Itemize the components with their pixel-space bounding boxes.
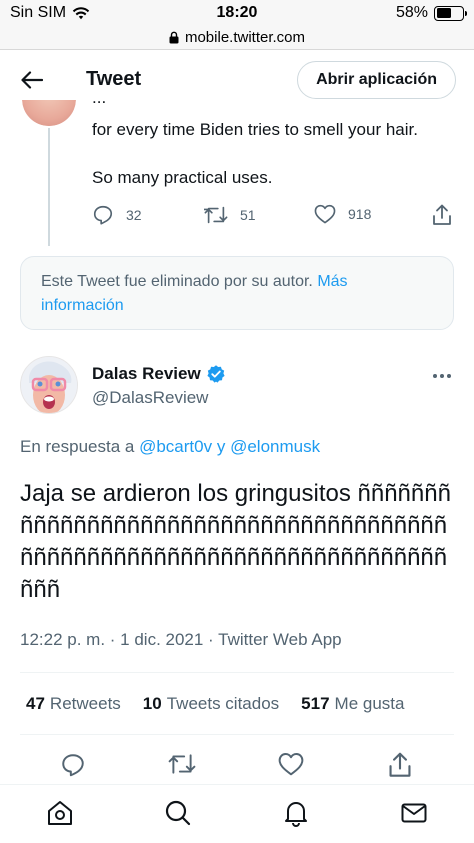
back-arrow-icon — [21, 71, 43, 89]
like-icon — [278, 753, 304, 776]
likes-label: Me gusta — [334, 694, 405, 713]
avatar[interactable] — [20, 356, 78, 414]
likes-stat[interactable]: 517 Me gusta — [301, 694, 404, 714]
quotes-count: 10 — [142, 694, 162, 713]
reply-button[interactable] — [60, 752, 86, 783]
mention-link-bcart0v[interactable]: @bcart0v — [139, 437, 212, 456]
quotes-label: Tweets citados — [166, 694, 280, 713]
retweet-icon — [168, 754, 196, 774]
back-button[interactable] — [18, 66, 46, 94]
quotes-stat[interactable]: 10 Tweets citados — [143, 694, 279, 714]
search-icon — [165, 800, 191, 826]
nav-home[interactable] — [44, 797, 76, 829]
lock-icon — [169, 31, 179, 44]
previous-tweet-text-line: for every time Biden tries to smell your… — [92, 120, 418, 139]
nav-search[interactable] — [162, 797, 194, 829]
battery-level — [436, 8, 451, 18]
deleted-tweet-text: Este Tweet fue eliminado por su autor. — [41, 273, 313, 290]
author-name[interactable]: Dalas Review — [92, 364, 226, 384]
share-icon — [433, 204, 451, 225]
more-options-button[interactable] — [430, 368, 454, 384]
tweet-stats: 47 Retweets 10 Tweets citados 517 Me gus… — [26, 694, 426, 714]
battery-icon — [434, 5, 467, 21]
retweet-icon — [204, 206, 228, 224]
browser-url-bar[interactable]: mobile.twitter.com — [0, 26, 474, 50]
tweet-timestamp[interactable]: 12:22 p. m. · 1 dic. 2021 · Twitter Web … — [20, 630, 342, 650]
retweets-count: 47 — [26, 694, 45, 713]
divider — [20, 672, 454, 673]
retweet-action[interactable]: 51 — [204, 204, 256, 226]
likes-count: 517 — [301, 694, 330, 713]
bottom-navigation — [0, 784, 474, 843]
retweet-count: 51 — [240, 207, 256, 223]
status-bar: Sin SIM 18:20 58% — [0, 0, 474, 26]
reply-icon — [93, 205, 113, 225]
like-action[interactable]: 918 — [314, 204, 371, 224]
open-app-button[interactable]: Abrir aplicación — [297, 61, 456, 99]
previous-tweet-text-line2: So many practical uses. — [92, 168, 273, 187]
share-button[interactable] — [388, 752, 412, 783]
retweets-stat[interactable]: 47 Retweets — [26, 694, 121, 714]
previous-tweet-actions: 32 51 918 — [92, 204, 462, 228]
reply-prefix: En respuesta a — [20, 437, 135, 456]
messages-icon — [401, 803, 427, 823]
thread-line — [48, 128, 50, 246]
deleted-tweet-notice: Este Tweet fue eliminado por su autor. M… — [20, 256, 454, 330]
author-handle[interactable]: @DalasReview — [92, 388, 208, 408]
url-text: mobile.twitter.com — [184, 29, 306, 46]
retweet-button[interactable] — [168, 752, 196, 781]
previous-tweet-partial-text: ... — [92, 96, 107, 107]
like-count: 918 — [348, 206, 372, 222]
author-name-text: Dalas Review — [92, 364, 201, 383]
verified-badge-icon — [207, 365, 225, 383]
share-action[interactable] — [432, 204, 452, 226]
more-icon — [433, 374, 451, 378]
avatar-image — [21, 357, 77, 413]
previous-tweet-cut-line: ... — [92, 96, 432, 110]
nav-messages[interactable] — [398, 797, 430, 829]
divider — [20, 734, 454, 735]
battery-percent: 58% — [395, 4, 428, 21]
battery-info: 58% — [395, 4, 467, 22]
like-button[interactable] — [278, 752, 304, 781]
mention-link-elonmusk[interactable]: @elonmusk — [230, 437, 320, 456]
share-icon — [389, 752, 411, 777]
reply-connector: y — [216, 437, 226, 456]
page-title: Tweet — [86, 68, 142, 90]
reply-action[interactable]: 32 — [92, 204, 142, 226]
notifications-icon — [285, 802, 307, 827]
tweet-actions — [0, 750, 474, 778]
previous-tweet-avatar[interactable] — [22, 100, 76, 126]
home-icon — [48, 801, 72, 825]
nav-notifications[interactable] — [280, 797, 312, 829]
like-icon — [314, 204, 336, 224]
reply-icon — [62, 754, 84, 777]
tweet-text: Jaja se ardieron los gringusitos ñññññññ… — [20, 480, 451, 603]
retweets-label: Retweets — [49, 694, 121, 713]
reply-count: 32 — [126, 207, 142, 223]
reply-context: En respuesta a @bcart0v y @elonmusk — [20, 437, 320, 457]
